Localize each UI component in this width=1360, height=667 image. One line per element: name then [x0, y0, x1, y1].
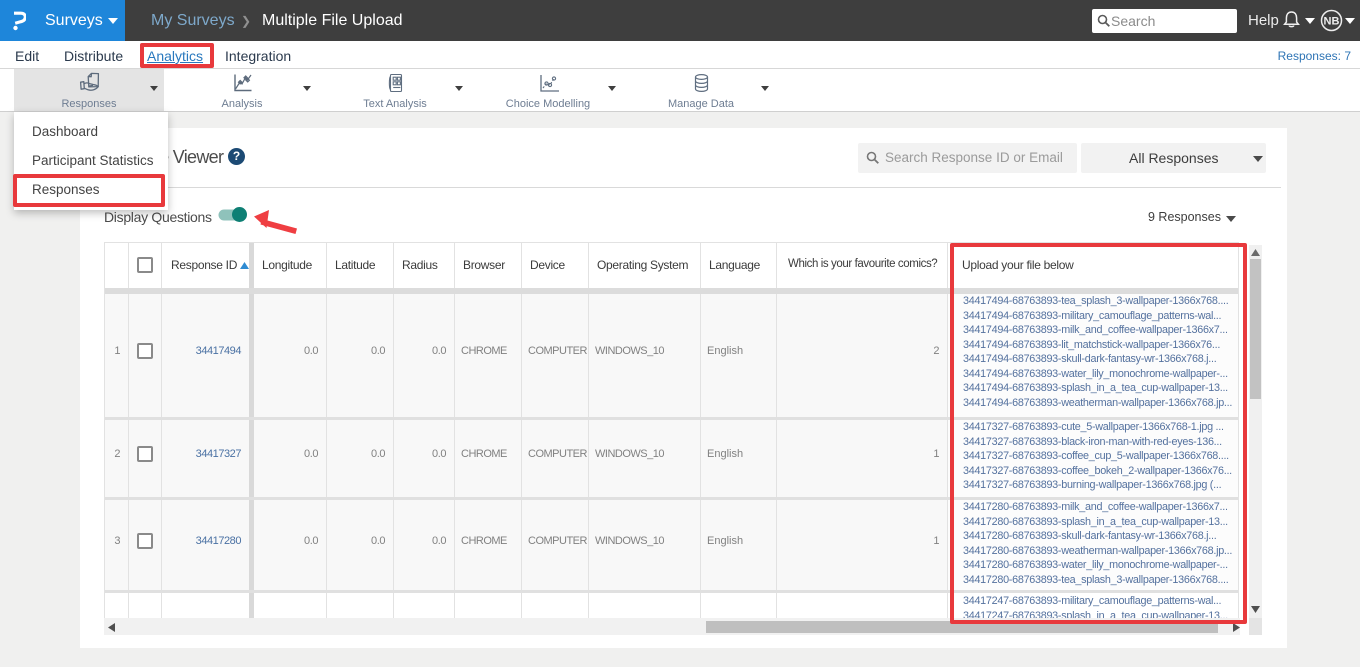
svg-text:NB: NB	[1324, 16, 1340, 28]
